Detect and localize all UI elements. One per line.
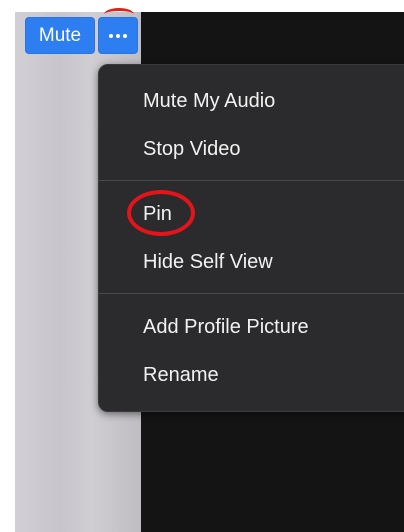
menu-separator (99, 293, 404, 294)
mute-button-label: Mute (38, 24, 82, 46)
mute-button[interactable]: Mute (25, 17, 95, 54)
menu-item-mute-my-audio[interactable]: Mute My Audio (143, 89, 275, 113)
menu-item-hide-self-view[interactable]: Hide Self View (143, 250, 273, 274)
annotation-circle (127, 190, 195, 236)
menu-item-stop-video[interactable]: Stop Video (143, 137, 241, 161)
more-horizontal-icon (109, 33, 127, 38)
screenshot-frame: Mute Mute My Audio Stop Video Pin Hide S… (0, 0, 404, 532)
menu-item-rename[interactable]: Rename (143, 363, 219, 387)
menu-separator (99, 180, 404, 181)
more-options-button[interactable] (98, 17, 138, 54)
menu-item-add-profile-picture[interactable]: Add Profile Picture (143, 315, 309, 339)
context-menu: Mute My Audio Stop Video Pin Hide Self V… (98, 64, 404, 412)
